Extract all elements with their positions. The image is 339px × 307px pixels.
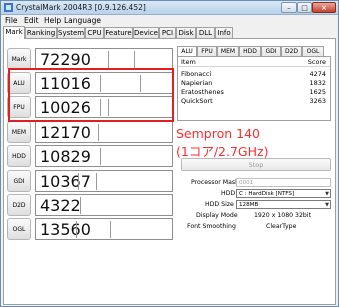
- dropdown-arrow-icon: ▼: [325, 202, 329, 208]
- hdd-size-select[interactable]: 128MB ▼: [236, 200, 331, 209]
- tab-mark[interactable]: Mark: [3, 26, 25, 39]
- cpu-annotation-model: Sempron 140: [176, 126, 261, 141]
- score-divider: [100, 148, 101, 165]
- tab-device[interactable]: Device: [133, 27, 159, 38]
- d2d-score: 4322: [40, 196, 81, 215]
- mem-score-box: 12170: [35, 121, 173, 143]
- ogl-label[interactable]: OGL: [7, 218, 31, 240]
- minimize-button[interactable]: –: [281, 2, 297, 13]
- display-mode-value: 1920 x 1080 32bit: [254, 212, 312, 219]
- maximize-button[interactable]: □: [297, 2, 312, 13]
- score-divider: [134, 51, 135, 68]
- mark-score-box: 72290: [35, 48, 173, 70]
- hdd-drive-select[interactable]: C : HardDisk [NTFS] ▼: [236, 189, 331, 198]
- subtab-gdi[interactable]: GDI: [261, 46, 281, 56]
- ogl-score-box: 13560: [35, 218, 173, 240]
- subtab-fpu[interactable]: FPU: [197, 46, 217, 56]
- tab-info[interactable]: Info: [215, 27, 233, 38]
- display-mode-label: Display Mode: [196, 212, 238, 219]
- hdd-score-box: 10829: [35, 145, 173, 167]
- ogl-score: 13560: [40, 220, 91, 239]
- processor-mask-select: 0001: [236, 178, 331, 187]
- window-title: CrystalMark 2004R3 [0.9.126.452]: [16, 3, 146, 12]
- processor-mask-value: 0001: [239, 180, 254, 186]
- menu-file[interactable]: File: [5, 16, 18, 25]
- tab-disk[interactable]: Disk: [176, 27, 196, 38]
- hdd-label[interactable]: HDD: [7, 145, 31, 167]
- close-button[interactable]: ×: [312, 2, 336, 13]
- score-divider: [80, 197, 81, 214]
- alu-fpu-highlight-box: [8, 68, 174, 122]
- tab-ranking[interactable]: Ranking: [25, 27, 57, 38]
- menu-help[interactable]: Help: [44, 16, 61, 25]
- column-header-item[interactable]: Item: [181, 58, 196, 66]
- list-item-name: Fibonacci: [181, 70, 212, 78]
- mark-tab-panel: Mark 72290 ALU 11016 FPU 10026 MEM 12170…: [3, 38, 336, 305]
- stop-button[interactable]: Stop: [181, 158, 331, 171]
- subtab-mem[interactable]: MEM: [217, 46, 239, 56]
- mark-label[interactable]: Mark: [7, 48, 31, 70]
- tab-cpu[interactable]: CPU: [85, 27, 104, 38]
- score-divider: [110, 221, 111, 238]
- list-header: Item Score: [178, 57, 330, 67]
- font-smoothing-value: ClearType: [266, 223, 297, 230]
- list-item-score: 3263: [309, 97, 326, 105]
- score-divider: [78, 173, 79, 190]
- d2d-score-box: 4322: [35, 194, 173, 216]
- list-item-score: 1832: [309, 79, 326, 87]
- mark-score: 72290: [40, 50, 91, 69]
- app-window: CrystalMark 2004R3 [0.9.126.452] – □ × F…: [0, 0, 339, 307]
- score-divider: [76, 221, 77, 238]
- list-item-score: 4274: [309, 70, 326, 78]
- column-header-score[interactable]: Score: [308, 58, 326, 66]
- subtab-hdd[interactable]: HDD: [239, 46, 261, 56]
- gdi-score: 10367: [40, 172, 91, 191]
- hdd-score: 10829: [40, 147, 91, 166]
- menu-language[interactable]: Language: [64, 16, 101, 25]
- list-item-name: Napierian: [181, 79, 213, 87]
- hdd-size-label: HDD Size: [205, 201, 234, 208]
- hdd-size-value: 128MB: [239, 202, 259, 208]
- d2d-label[interactable]: D2D: [7, 194, 31, 216]
- gdi-label[interactable]: GDI: [7, 170, 31, 192]
- list-item-name: QuickSort: [181, 97, 213, 105]
- menu-edit[interactable]: Edit: [24, 16, 39, 25]
- font-smoothing-label: Font Smoothing: [187, 223, 236, 230]
- gdi-score-box: 10367: [35, 170, 173, 192]
- title-bar: CrystalMark 2004R3 [0.9.126.452] – □ ×: [1, 1, 338, 15]
- tab-feature[interactable]: Feature: [104, 27, 133, 38]
- score-divider: [96, 173, 97, 190]
- subtab-d2d[interactable]: D2D: [281, 46, 302, 56]
- mem-label[interactable]: MEM: [7, 121, 31, 143]
- list-item-name: Eratosthenes: [181, 88, 224, 96]
- score-divider: [98, 124, 99, 141]
- score-divider: [108, 51, 109, 68]
- tab-system[interactable]: System: [57, 27, 85, 38]
- crystalmark-app-icon: [4, 3, 13, 12]
- dropdown-arrow-icon: ▼: [325, 191, 329, 197]
- processor-mask-label: Processor Mask: [191, 179, 239, 186]
- benchmark-item-list[interactable]: Item Score Fibonacci 4274 Napierian 1832…: [177, 56, 331, 121]
- menu-bar: File Edit Help Language: [1, 15, 338, 26]
- mem-score: 12170: [40, 123, 91, 142]
- hdd-drive-label: HDD: [221, 190, 236, 197]
- tab-pci[interactable]: PCI: [159, 27, 176, 38]
- subtab-ogl[interactable]: OGL: [302, 46, 324, 56]
- list-item-score: 1625: [309, 88, 326, 96]
- subtab-alu[interactable]: ALU: [177, 46, 197, 56]
- hdd-drive-value: C : HardDisk [NTFS]: [239, 191, 295, 197]
- tab-dll[interactable]: DLL: [196, 27, 215, 38]
